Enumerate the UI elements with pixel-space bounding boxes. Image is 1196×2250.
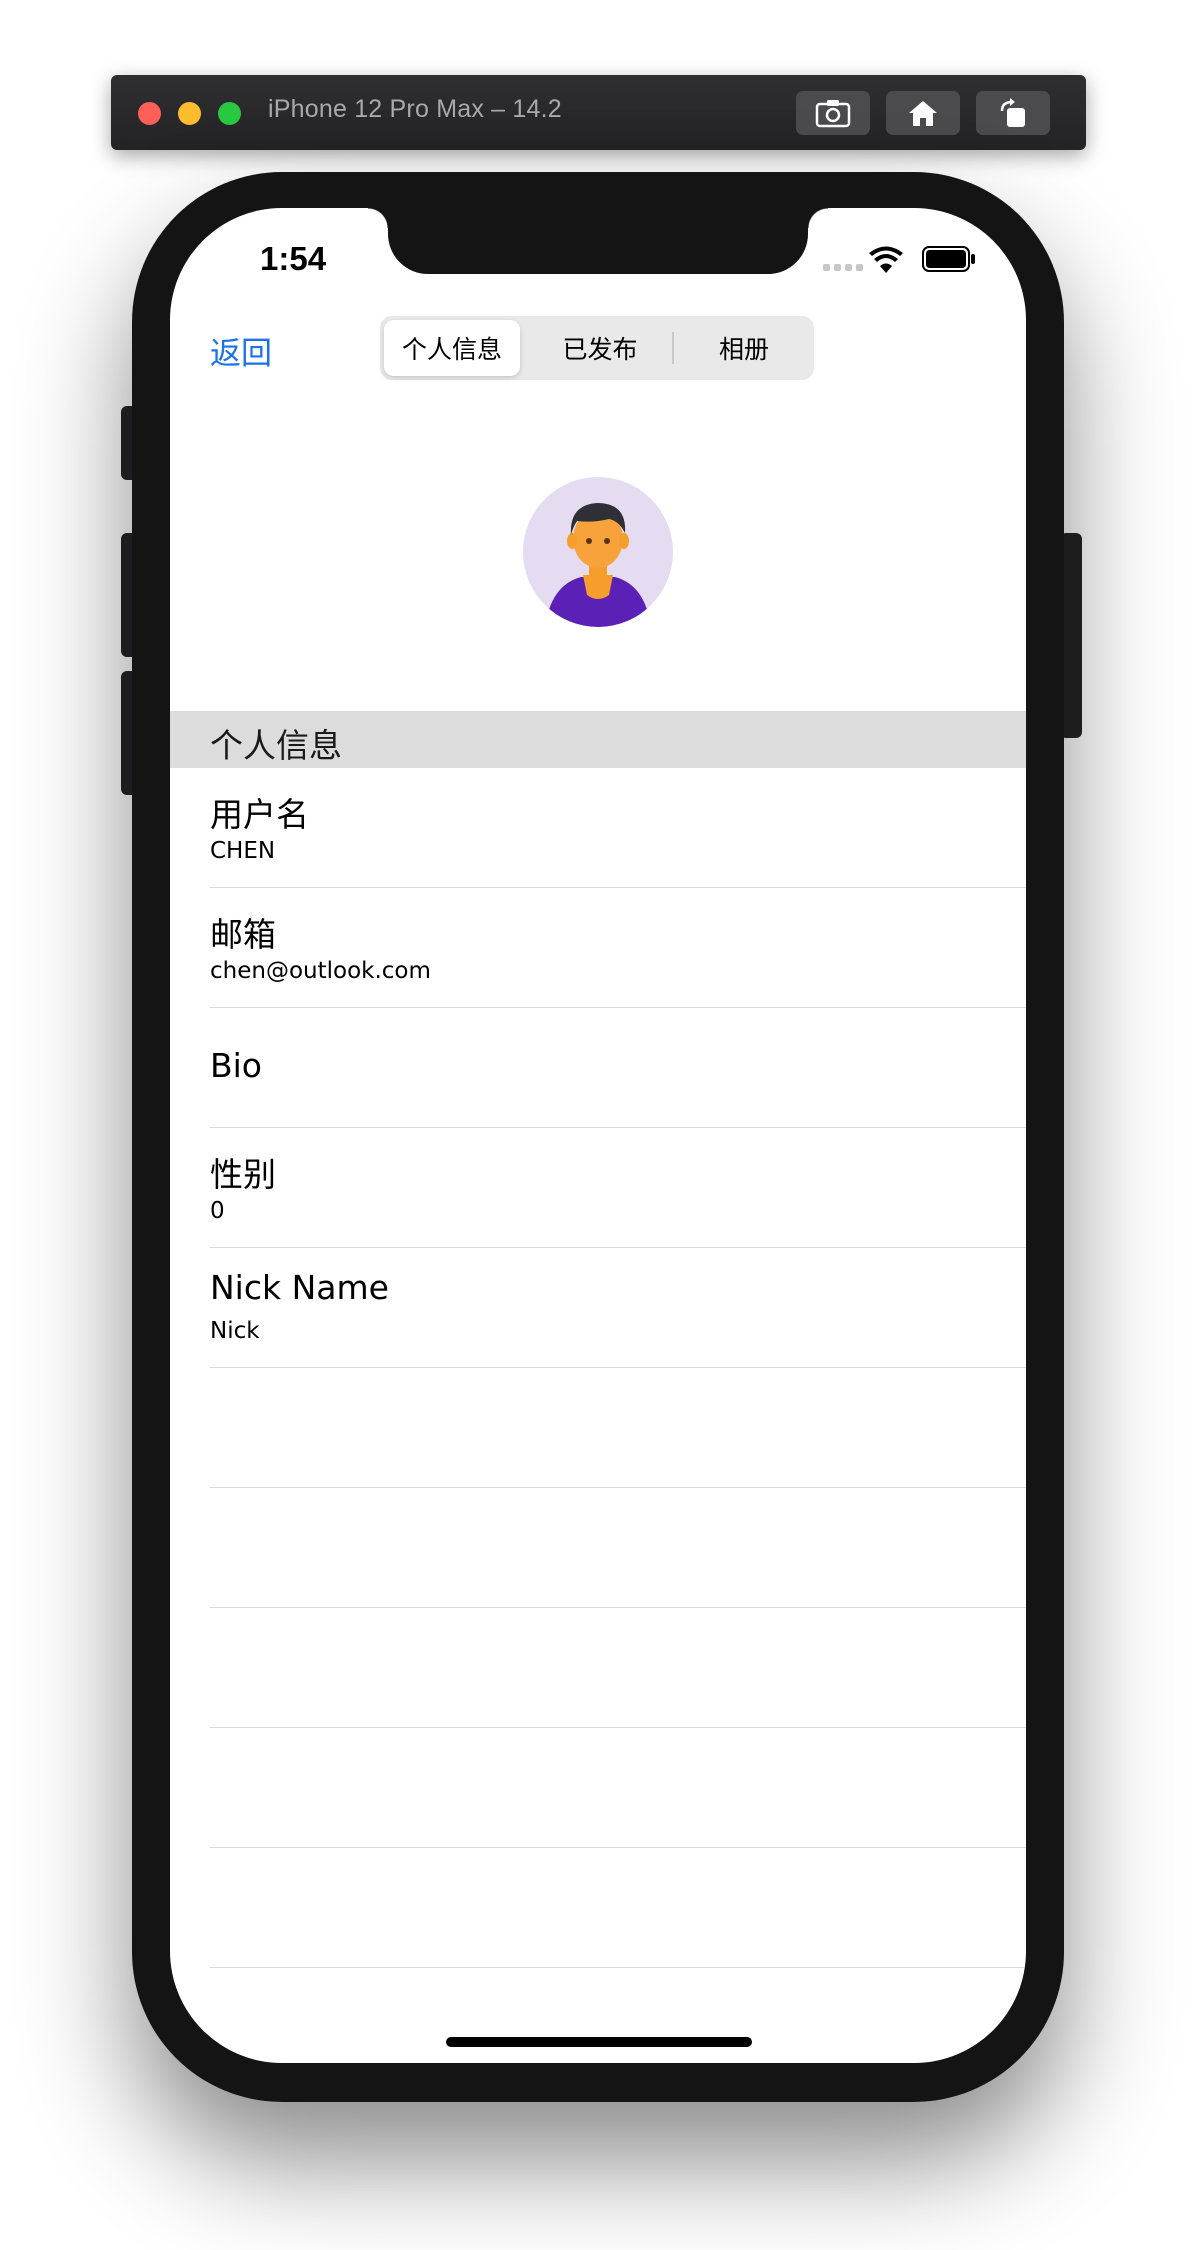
segment-published[interactable]: 已发布 <box>530 320 670 376</box>
notch <box>368 208 828 274</box>
person-avatar-icon <box>545 503 651 627</box>
cellular-signal-icon <box>823 264 863 271</box>
section-header: 个人信息 <box>170 711 1026 768</box>
field-label: 性别 <box>210 1155 276 1194</box>
rotate-icon <box>1000 98 1025 127</box>
home-indicator[interactable] <box>446 2037 752 2047</box>
empty-list-row <box>170 1608 1026 1728</box>
minimize-window-button[interactable] <box>178 102 201 125</box>
field-value: CHEN <box>210 838 276 864</box>
home-icon <box>909 101 937 126</box>
profile-list: 用户名 CHEN 邮箱 chen@outlook.com Bio 性别 0 Ni… <box>170 768 1026 1968</box>
empty-list-row <box>170 1848 1026 1968</box>
back-button[interactable]: 返回 <box>210 328 272 373</box>
screenshot-icon <box>815 100 851 128</box>
phone-screen: 1:54 返回 个人信息 已发布 相册 个人信息 用户名 CHEN 邮箱 che… <box>170 208 1026 2063</box>
avatar[interactable] <box>523 477 673 627</box>
empty-list-row <box>170 1488 1026 1608</box>
home-button[interactable] <box>886 91 960 135</box>
field-label: 邮箱 <box>210 915 276 954</box>
empty-list-row <box>170 1368 1026 1488</box>
row-separator <box>210 1967 1026 1968</box>
rotate-button[interactable] <box>976 91 1050 135</box>
segment-profile-info[interactable]: 个人信息 <box>384 320 520 376</box>
segmented-control: 个人信息 已发布 相册 <box>380 316 814 380</box>
field-value: Nick <box>210 1318 260 1344</box>
field-label: Nick Name <box>210 1268 389 1307</box>
list-item-bio[interactable]: Bio <box>170 1008 1026 1128</box>
empty-list-row <box>170 1728 1026 1848</box>
battery-icon <box>922 246 975 272</box>
field-value: 0 <box>210 1198 225 1224</box>
wifi-icon <box>869 246 903 273</box>
segment-divider <box>672 332 674 364</box>
field-value: chen@outlook.com <box>210 958 431 984</box>
list-item-email[interactable]: 邮箱 chen@outlook.com <box>170 888 1026 1008</box>
list-item-nickname[interactable]: Nick Name Nick <box>170 1248 1026 1368</box>
segment-album[interactable]: 相册 <box>676 320 812 376</box>
close-window-button[interactable] <box>138 102 161 125</box>
field-label: 用户名 <box>210 795 309 834</box>
simulator-titlebar: iPhone 12 Pro Max – 14.2 <box>111 75 1086 150</box>
simulator-title: iPhone 12 Pro Max – 14.2 <box>268 95 562 123</box>
list-item-gender[interactable]: 性别 0 <box>170 1128 1026 1248</box>
screenshot-button[interactable] <box>796 91 870 135</box>
section-title: 个人信息 <box>210 726 342 765</box>
zoom-window-button[interactable] <box>218 102 241 125</box>
list-item-username[interactable]: 用户名 CHEN <box>170 768 1026 888</box>
field-label: Bio <box>210 1046 262 1085</box>
status-time: 1:54 <box>260 240 327 277</box>
